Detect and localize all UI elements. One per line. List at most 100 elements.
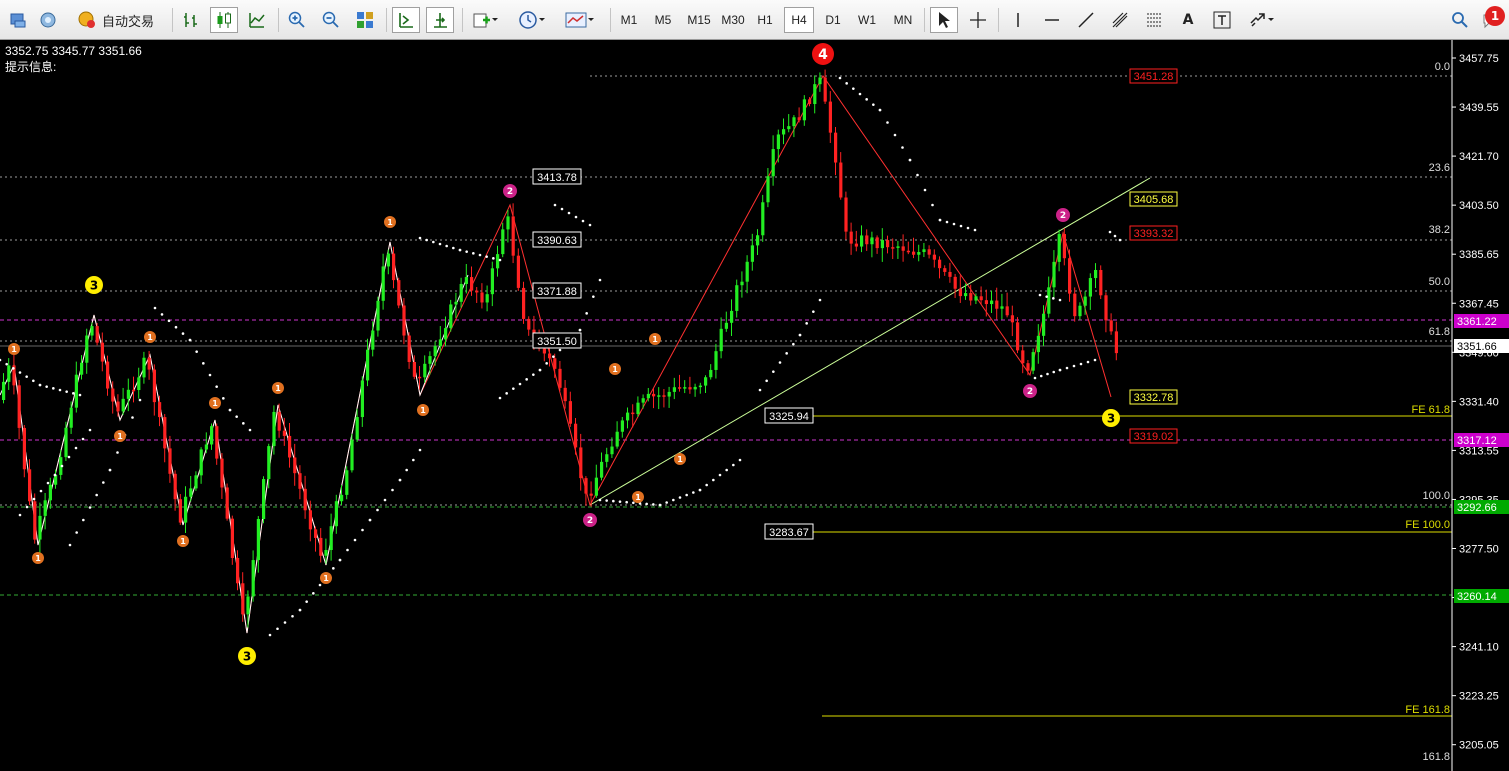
sar-dot (167, 319, 171, 323)
sar-dot (235, 415, 238, 418)
candle-body (979, 296, 983, 301)
candle-body (386, 253, 390, 267)
search-icon[interactable] (1448, 7, 1472, 33)
candle-body (922, 249, 926, 253)
wave-marker-label: 1 (212, 399, 218, 408)
sar-dot (25, 505, 29, 509)
candle-body (298, 473, 302, 489)
timeframe-m30-button[interactable]: M30 (716, 7, 750, 33)
sar-dot (102, 481, 105, 484)
candle-body (464, 277, 468, 284)
sar-dot (858, 92, 862, 96)
line-chart-icon[interactable] (244, 7, 270, 33)
periods-menu[interactable] (512, 7, 552, 33)
candle-body (43, 500, 47, 516)
text-icon[interactable]: A (1174, 7, 1202, 33)
fib-level-label: 61.8 (1429, 326, 1450, 338)
text-label-icon[interactable] (1208, 7, 1236, 33)
wave-marker-label: 1 (677, 455, 683, 464)
candle-body (454, 301, 458, 305)
wave-marker-label: 1 (117, 432, 123, 441)
candle-body (184, 496, 188, 523)
timeframe-d1-button[interactable]: D1 (818, 7, 848, 33)
horizontal-line-icon[interactable] (1038, 7, 1066, 33)
candle-body (1109, 320, 1113, 332)
equidistant-channel-icon[interactable] (1106, 7, 1134, 33)
sar-dot (1045, 295, 1048, 298)
zoom-out-icon[interactable] (318, 7, 344, 33)
sar-dot (39, 489, 43, 493)
candle-body (615, 431, 619, 447)
bar-chart-icon[interactable] (178, 7, 204, 33)
sar-dot (74, 446, 78, 450)
price-tick-label: 3313.55 (1459, 445, 1499, 457)
candle-body (189, 488, 193, 497)
wave-marker-label: 1 (387, 218, 393, 227)
timeframe-w1-button[interactable]: W1 (852, 7, 882, 33)
connection-icon[interactable] (36, 7, 60, 33)
candle-body (1026, 363, 1030, 371)
sar-dot (88, 428, 92, 432)
auto-scroll-icon[interactable] (392, 7, 420, 33)
candle-body (652, 393, 656, 397)
timeframe-m5-button[interactable]: M5 (648, 7, 678, 33)
zoom-in-icon[interactable] (284, 7, 310, 33)
candle-body (813, 84, 817, 105)
candle-body (418, 376, 422, 379)
sar-dot (945, 220, 949, 224)
sar-dot (772, 370, 775, 373)
candle-body (152, 369, 156, 403)
timeframe-m15-button[interactable]: M15 (682, 7, 716, 33)
sar-dot (452, 246, 455, 250)
sar-dot (78, 393, 82, 397)
sar-dot (725, 468, 728, 472)
notification-badge[interactable]: 1 (1485, 6, 1505, 26)
sar-dot (75, 531, 78, 534)
sar-dot (652, 503, 655, 506)
sar-dot (38, 383, 42, 387)
sar-dot (560, 207, 564, 211)
timeframe-m1-button[interactable]: M1 (614, 7, 644, 33)
sar-dot (665, 501, 668, 504)
price-chart[interactable]: 3 3 4 3 2 2 2 2 1 1 1 1 1 1 1 1 1 1 1 1 1 1 0.0 23.6 38.2 50.0 61.… (0, 40, 1509, 771)
timeframe-h4-button[interactable]: H4 (784, 7, 814, 33)
tile-windows-icon[interactable] (352, 7, 378, 33)
cursor-icon[interactable] (930, 7, 958, 33)
vertical-line-icon[interactable] (1004, 7, 1032, 33)
candle-body (303, 488, 307, 511)
sar-dot (1086, 360, 1090, 364)
sar-dot (1046, 372, 1049, 376)
candle-body (646, 393, 650, 399)
crosshair-icon[interactable] (964, 7, 992, 33)
candle-body (1114, 331, 1118, 354)
sar-dot (45, 385, 48, 388)
new-chart-icon[interactable] (6, 7, 30, 33)
candle-body (329, 526, 333, 551)
chart-shift-icon[interactable] (426, 7, 454, 33)
sar-dot (438, 242, 442, 246)
candle-body (563, 387, 567, 402)
candlestick-icon[interactable] (210, 7, 238, 33)
fibonacci-icon[interactable] (1140, 7, 1168, 33)
sar-dot (532, 373, 535, 376)
auto-trade-button[interactable]: 自动交易 (68, 7, 162, 33)
candle-body (38, 515, 42, 540)
sar-dot (445, 244, 448, 248)
trend-line (589, 177, 1151, 506)
sar-dot (108, 468, 112, 472)
sar-dot (552, 355, 555, 358)
candle-body (262, 479, 266, 519)
candle-body (256, 518, 260, 561)
candle-body (147, 357, 151, 370)
arrows-menu[interactable] (1242, 7, 1282, 33)
indicators-menu[interactable] (468, 7, 504, 33)
timeframe-h1-button[interactable]: H1 (750, 7, 780, 33)
candle-body (95, 326, 99, 343)
templates-menu[interactable] (560, 7, 600, 33)
wave-marker-label: 1 (147, 333, 153, 342)
candle-body (844, 197, 848, 232)
sar-dot (1108, 230, 1112, 234)
trendline-icon[interactable] (1072, 7, 1100, 33)
sar-dot (658, 503, 662, 507)
timeframe-mn-button[interactable]: MN (886, 7, 920, 33)
